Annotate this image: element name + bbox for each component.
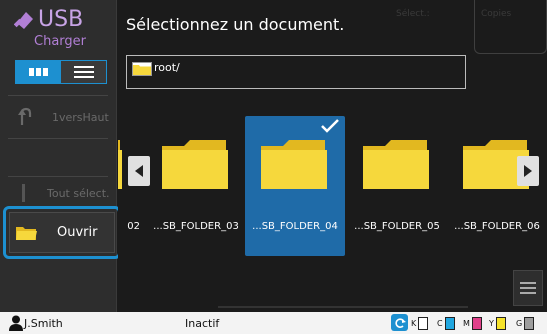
up-one-level-label: 1versHaut [52, 110, 109, 124]
folder-name: ...SB_FOLDER_03 [153, 221, 239, 232]
toner-letter: M [463, 319, 470, 328]
folder-icon [363, 140, 429, 189]
open-button-label: Ouvrir [57, 225, 98, 240]
user-icon [9, 315, 23, 331]
hamburger-menu-icon [520, 282, 536, 294]
select-all-button[interactable]: Tout sélect. [8, 180, 110, 206]
toner-level-k: K [411, 316, 429, 331]
status-bar: J.Smith Inactif K C M Y G [0, 312, 547, 334]
checkmark-icon [321, 119, 339, 133]
app-subtitle: Charger [34, 34, 86, 49]
folder-item[interactable]: 02 [118, 116, 140, 256]
main-panel: Sélectionnez un document. Sélect.: Copie… [118, 0, 547, 312]
folder-item[interactable]: ...SB_FOLDER_03 [146, 116, 246, 256]
thumbnail-grid-icon [28, 68, 48, 76]
toner-level-m: M [463, 316, 482, 331]
folder-icon [162, 140, 228, 189]
chevron-right-icon [524, 165, 532, 177]
scroll-indicator [218, 306, 468, 308]
folder-icon [118, 140, 122, 189]
refresh-arrows-icon [394, 317, 406, 328]
select-all-indicator [22, 184, 25, 202]
toner-level-g: G [516, 316, 535, 331]
folder-carousel: 02 ...SB_FOLDER_03 ...SB_FOLDER_04 ...SB… [118, 116, 547, 256]
thumbnail-view-button[interactable] [16, 61, 61, 83]
sidebar-divider [8, 138, 108, 139]
folder-icon [261, 140, 327, 189]
toner-letter: Y [489, 319, 494, 328]
scroll-right-button[interactable] [517, 156, 539, 186]
select-all-label: Tout sélect. [47, 186, 110, 200]
page-title: Sélectionnez un document. [126, 15, 345, 34]
current-path-field: root/ [126, 55, 466, 89]
folder-name: ...SB_FOLDER_05 [354, 221, 440, 232]
open-button[interactable]: Ouvrir [9, 212, 115, 253]
folder-name: 02 [127, 221, 140, 232]
sidebar: USB Charger 1versHaut Tout sélect. Ouvri… [0, 0, 121, 312]
copies-tab[interactable]: Copies [474, 0, 547, 54]
selected-count-label: Sélect.: [396, 9, 430, 19]
machine-status: Inactif [185, 317, 220, 330]
toner-level-c: C [437, 316, 455, 331]
toner-letter: C [437, 319, 443, 328]
toner-letter: K [411, 319, 417, 328]
sidebar-divider [8, 176, 108, 177]
toner-box [524, 317, 535, 330]
view-mode-toggle [15, 60, 107, 84]
app-title: USB [38, 7, 84, 32]
usb-icon [14, 12, 33, 29]
list-icon [73, 66, 94, 78]
list-view-button[interactable] [61, 61, 106, 83]
up-one-level-button[interactable]: 1versHaut [8, 98, 110, 136]
chevron-left-icon [135, 165, 143, 177]
toner-box [418, 317, 429, 330]
scroll-left-button[interactable] [128, 156, 150, 186]
toner-box [444, 317, 455, 330]
open-folder-icon [16, 226, 37, 240]
folder-item[interactable]: ...SB_FOLDER_05 [347, 116, 447, 256]
folder-name: ...SB_FOLDER_04 [252, 221, 338, 232]
sidebar-divider [8, 95, 108, 96]
level-up-arrow-icon [18, 107, 32, 125]
toner-box [471, 317, 482, 330]
menu-button[interactable] [513, 270, 543, 306]
refresh-icon[interactable] [391, 314, 408, 331]
folder-item-selected[interactable]: ...SB_FOLDER_04 [245, 116, 345, 256]
folder-icon [132, 62, 152, 76]
toner-letter: G [516, 319, 523, 328]
current-path-text: root/ [154, 61, 180, 74]
toner-level-y: Y [489, 316, 506, 331]
folder-name: ...SB_FOLDER_06 [454, 221, 540, 232]
copies-label: Copies [481, 9, 512, 19]
user-name[interactable]: J.Smith [24, 317, 63, 330]
toner-box [495, 317, 506, 330]
folder-item[interactable]: ...SB_FOLDER_06 [447, 116, 547, 256]
